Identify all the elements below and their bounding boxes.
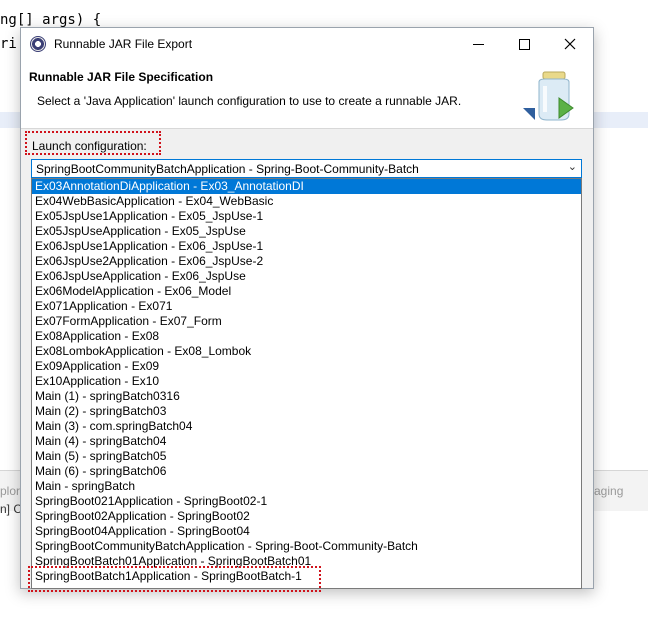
background-panel-text: n] C bbox=[0, 502, 23, 516]
dropdown-option[interactable]: Ex06JspUse2Application - Ex06_JspUse-2 bbox=[32, 254, 581, 269]
dropdown-option[interactable]: Main - springBatch bbox=[32, 479, 581, 494]
dropdown-option[interactable]: Ex10Application - Ex10 bbox=[32, 374, 581, 389]
jar-export-icon bbox=[523, 71, 574, 121]
dropdown-option[interactable]: Main (5) - springBatch05 bbox=[32, 449, 581, 464]
dropdown-option[interactable]: Ex09Application - Ex09 bbox=[32, 359, 581, 374]
background-code-line: ri bbox=[0, 36, 17, 52]
dropdown-option[interactable]: SpringBoot02Application - SpringBoot02 bbox=[32, 509, 581, 524]
selected-configuration: SpringBootCommunityBatchApplication - Sp… bbox=[36, 161, 419, 176]
dropdown-option[interactable]: Ex08Application - Ex08 bbox=[32, 329, 581, 344]
maximize-icon bbox=[518, 38, 530, 50]
background-panel-text: aging bbox=[594, 484, 624, 498]
dropdown-option[interactable]: Main (2) - springBatch03 bbox=[32, 404, 581, 419]
dropdown-option[interactable]: Main (6) - springBatch06 bbox=[32, 464, 581, 479]
dropdown-option[interactable]: Ex05JspUseApplication - Ex05_JspUse bbox=[32, 224, 581, 239]
background-panel-text: plor bbox=[0, 484, 21, 498]
dropdown-option[interactable]: Main (1) - springBatch0316 bbox=[32, 389, 581, 404]
dropdown-option[interactable]: Ex06JspUse1Application - Ex06_JspUse-1 bbox=[32, 239, 581, 254]
chevron-down-icon[interactable]: ⌄ bbox=[568, 160, 577, 173]
eclipse-icon bbox=[30, 36, 46, 52]
page-description: Select a 'Java Application' launch confi… bbox=[37, 94, 462, 108]
page-title: Runnable JAR File Specification bbox=[29, 70, 214, 84]
maximize-button[interactable] bbox=[501, 28, 547, 60]
dropdown-option[interactable]: SpringBootCommunityBatchApplication - Sp… bbox=[32, 539, 581, 554]
minimize-icon bbox=[472, 43, 484, 45]
background-code-line: ng[] args) { bbox=[0, 12, 102, 28]
window-title: Runnable JAR File Export bbox=[54, 37, 193, 51]
dropdown-option[interactable]: Ex06JspUseApplication - Ex06_JspUse bbox=[32, 269, 581, 284]
wizard-header: Runnable JAR File Specification Select a… bbox=[21, 60, 593, 129]
title-bar[interactable]: Runnable JAR File Export bbox=[21, 28, 593, 60]
minimize-button[interactable] bbox=[455, 28, 501, 60]
dropdown-option[interactable]: Ex05JspUse1Application - Ex05_JspUse-1 bbox=[32, 209, 581, 224]
close-icon bbox=[564, 38, 576, 50]
dropdown-option[interactable]: Ex03AnnotationDiApplication - Ex03_Annot… bbox=[32, 179, 581, 194]
runnable-jar-export-dialog: Runnable JAR File Export Runnable JAR Fi… bbox=[20, 27, 594, 589]
dropdown-option[interactable]: SpringBoot021Application - SpringBoot02-… bbox=[32, 494, 581, 509]
annotation-box-item bbox=[28, 566, 321, 592]
dropdown-option[interactable]: Main (3) - com.springBatch04 bbox=[32, 419, 581, 434]
dropdown-option[interactable]: Ex06ModelApplication - Ex06_Model bbox=[32, 284, 581, 299]
dropdown-option[interactable]: Main (4) - springBatch04 bbox=[32, 434, 581, 449]
dropdown-option[interactable]: Ex04WebBasicApplication - Ex04_WebBasic bbox=[32, 194, 581, 209]
annotation-box-label bbox=[25, 131, 161, 155]
close-button[interactable] bbox=[547, 28, 593, 60]
launch-configuration-select[interactable]: SpringBootCommunityBatchApplication - Sp… bbox=[31, 159, 582, 178]
dropdown-option[interactable]: Ex08LombokApplication - Ex08_Lombok bbox=[32, 344, 581, 359]
dropdown-option[interactable]: Ex07FormApplication - Ex07_Form bbox=[32, 314, 581, 329]
dropdown-option[interactable]: SpringBoot04Application - SpringBoot04 bbox=[32, 524, 581, 539]
dropdown-option[interactable]: Ex071Application - Ex071 bbox=[32, 299, 581, 314]
launch-configuration-dropdown-list[interactable]: Ex03AnnotationDiApplication - Ex03_Annot… bbox=[31, 178, 582, 589]
